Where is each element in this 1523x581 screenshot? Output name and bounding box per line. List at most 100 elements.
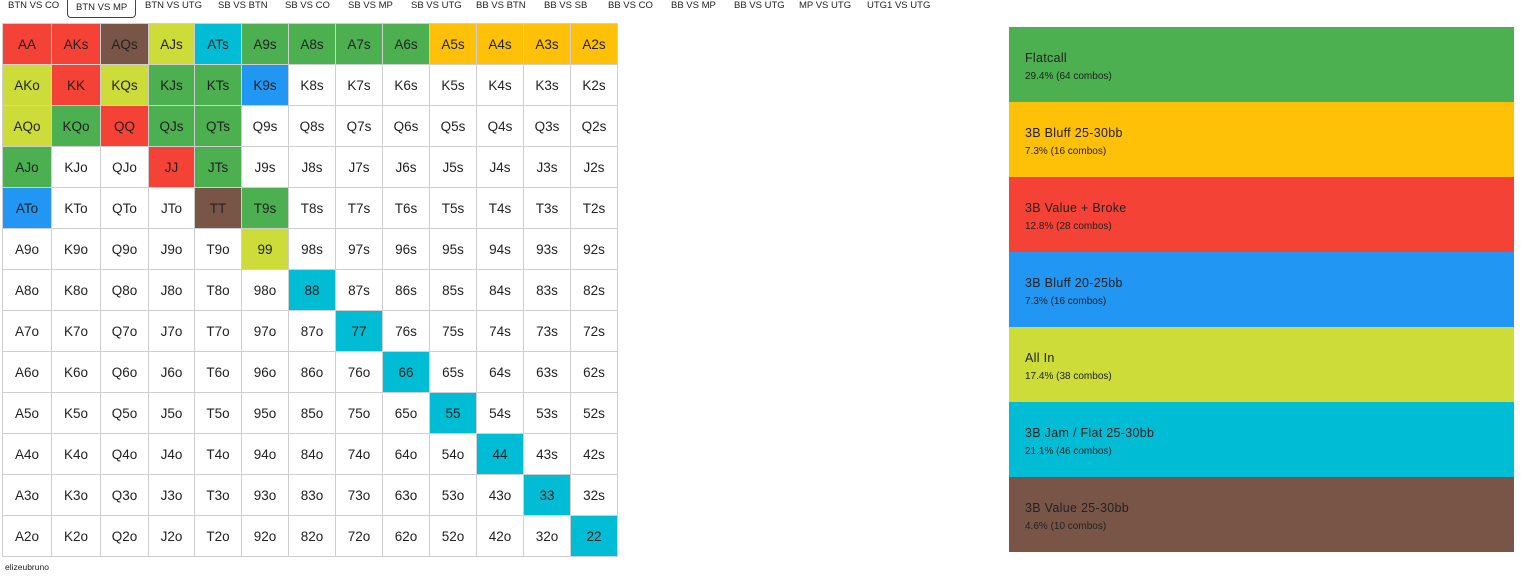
tab-mp-vs-utg[interactable]: MP VS UTG [799, 0, 851, 18]
hand-cell-j5s[interactable]: J5s [430, 147, 477, 188]
hand-cell-t5s[interactable]: T5s [430, 188, 477, 229]
hand-cell-aks[interactable]: AKs [52, 24, 101, 65]
hand-cell-k8o[interactable]: K8o [52, 270, 101, 311]
hand-cell-k6o[interactable]: K6o [52, 352, 101, 393]
hand-cell-q9o[interactable]: Q9o [101, 229, 149, 270]
hand-cell-a5s[interactable]: A5s [430, 24, 477, 65]
hand-cell-k5o[interactable]: K5o [52, 393, 101, 434]
hand-cell-86s[interactable]: 86s [383, 270, 430, 311]
hand-cell-k4s[interactable]: K4s [477, 65, 524, 106]
hand-cell-t2s[interactable]: T2s [571, 188, 618, 229]
hand-cell-qjs[interactable]: QJs [149, 106, 195, 147]
hand-cell-92s[interactable]: 92s [571, 229, 618, 270]
hand-cell-87o[interactable]: 87o [289, 311, 336, 352]
hand-cell-a4o[interactable]: A4o [3, 434, 52, 475]
hand-cell-75o[interactable]: 75o [336, 393, 383, 434]
hand-cell-t6s[interactable]: T6s [383, 188, 430, 229]
tab-btn-vs-co[interactable]: BTN VS CO [8, 0, 59, 18]
hand-cell-93s[interactable]: 93s [524, 229, 571, 270]
hand-cell-a7s[interactable]: A7s [336, 24, 383, 65]
hand-cell-k9s[interactable]: K9s [242, 65, 289, 106]
hand-cell-93o[interactable]: 93o [242, 475, 289, 516]
hand-cell-t2o[interactable]: T2o [195, 516, 242, 557]
hand-cell-k9o[interactable]: K9o [52, 229, 101, 270]
hand-cell-65o[interactable]: 65o [383, 393, 430, 434]
hand-cell-54s[interactable]: 54s [477, 393, 524, 434]
hand-cell-53s[interactable]: 53s [524, 393, 571, 434]
hand-cell-43s[interactable]: 43s [524, 434, 571, 475]
hand-cell-42s[interactable]: 42s [571, 434, 618, 475]
hand-cell-qts[interactable]: QTs [195, 106, 242, 147]
hand-cell-j2s[interactable]: J2s [571, 147, 618, 188]
hand-cell-q9s[interactable]: Q9s [242, 106, 289, 147]
tab-sb-vs-mp[interactable]: SB VS MP [348, 0, 393, 18]
hand-cell-q4o[interactable]: Q4o [101, 434, 149, 475]
hand-cell-a5o[interactable]: A5o [3, 393, 52, 434]
hand-cell-97o[interactable]: 97o [242, 311, 289, 352]
hand-cell-73s[interactable]: 73s [524, 311, 571, 352]
hand-cell-65s[interactable]: 65s [430, 352, 477, 393]
hand-cell-88[interactable]: 88 [289, 270, 336, 311]
hand-cell-a3o[interactable]: A3o [3, 475, 52, 516]
legend-item-flatcall[interactable]: Flatcall 29.4% (64 combos) [1009, 27, 1514, 102]
hand-cell-q6o[interactable]: Q6o [101, 352, 149, 393]
hand-cell-jts[interactable]: JTs [195, 147, 242, 188]
hand-cell-j6s[interactable]: J6s [383, 147, 430, 188]
hand-cell-q3o[interactable]: Q3o [101, 475, 149, 516]
hand-cell-q7s[interactable]: Q7s [336, 106, 383, 147]
hand-cell-kts[interactable]: KTs [195, 65, 242, 106]
tab-bb-vs-co[interactable]: BB VS CO [608, 0, 653, 18]
hand-cell-92o[interactable]: 92o [242, 516, 289, 557]
hand-cell-j8s[interactable]: J8s [289, 147, 336, 188]
hand-cell-53o[interactable]: 53o [430, 475, 477, 516]
hand-cell-t3s[interactable]: T3s [524, 188, 571, 229]
hand-cell-q5s[interactable]: Q5s [430, 106, 477, 147]
hand-cell-99[interactable]: 99 [242, 229, 289, 270]
legend-item-jam-flat[interactable]: 3B Jam / Flat 25-30bb 21.1% (46 combos) [1009, 402, 1514, 477]
hand-cell-63o[interactable]: 63o [383, 475, 430, 516]
hand-cell-q3s[interactable]: Q3s [524, 106, 571, 147]
hand-cell-jto[interactable]: JTo [149, 188, 195, 229]
hand-cell-a2o[interactable]: A2o [3, 516, 52, 557]
tab-bb-vs-mp[interactable]: BB VS MP [671, 0, 716, 18]
hand-cell-qq[interactable]: QQ [101, 106, 149, 147]
hand-cell-64s[interactable]: 64s [477, 352, 524, 393]
hand-cell-ajs[interactable]: AJs [149, 24, 195, 65]
hand-cell-jj[interactable]: JJ [149, 147, 195, 188]
hand-cell-a8o[interactable]: A8o [3, 270, 52, 311]
hand-cell-q7o[interactable]: Q7o [101, 311, 149, 352]
tab-utg1-vs-utg[interactable]: UTG1 VS UTG [867, 0, 930, 18]
hand-cell-t7s[interactable]: T7s [336, 188, 383, 229]
hand-cell-98s[interactable]: 98s [289, 229, 336, 270]
hand-cell-42o[interactable]: 42o [477, 516, 524, 557]
hand-cell-75s[interactable]: 75s [430, 311, 477, 352]
hand-cell-ajo[interactable]: AJo [3, 147, 52, 188]
hand-cell-t4o[interactable]: T4o [195, 434, 242, 475]
hand-cell-j4s[interactable]: J4s [477, 147, 524, 188]
hand-cell-k2s[interactable]: K2s [571, 65, 618, 106]
hand-cell-kqs[interactable]: KQs [101, 65, 149, 106]
hand-cell-74o[interactable]: 74o [336, 434, 383, 475]
hand-cell-72o[interactable]: 72o [336, 516, 383, 557]
hand-cell-q8o[interactable]: Q8o [101, 270, 149, 311]
hand-cell-aqs[interactable]: AQs [101, 24, 149, 65]
legend-item-bluff-25-30[interactable]: 3B Bluff 25-30bb 7.3% (16 combos) [1009, 102, 1514, 177]
hand-cell-j3o[interactable]: J3o [149, 475, 195, 516]
hand-cell-94s[interactable]: 94s [477, 229, 524, 270]
hand-cell-76o[interactable]: 76o [336, 352, 383, 393]
hand-cell-94o[interactable]: 94o [242, 434, 289, 475]
hand-cell-t5o[interactable]: T5o [195, 393, 242, 434]
legend-item-bluff-20-25[interactable]: 3B Bluff 20-25bb 7.3% (16 combos) [1009, 252, 1514, 327]
hand-cell-t3o[interactable]: T3o [195, 475, 242, 516]
hand-cell-74s[interactable]: 74s [477, 311, 524, 352]
hand-cell-96o[interactable]: 96o [242, 352, 289, 393]
hand-cell-q8s[interactable]: Q8s [289, 106, 336, 147]
hand-cell-ako[interactable]: AKo [3, 65, 52, 106]
hand-cell-22[interactable]: 22 [571, 516, 618, 557]
hand-cell-62o[interactable]: 62o [383, 516, 430, 557]
hand-cell-kjs[interactable]: KJs [149, 65, 195, 106]
hand-cell-kjo[interactable]: KJo [52, 147, 101, 188]
hand-cell-kqo[interactable]: KQo [52, 106, 101, 147]
hand-cell-98o[interactable]: 98o [242, 270, 289, 311]
hand-cell-j7o[interactable]: J7o [149, 311, 195, 352]
